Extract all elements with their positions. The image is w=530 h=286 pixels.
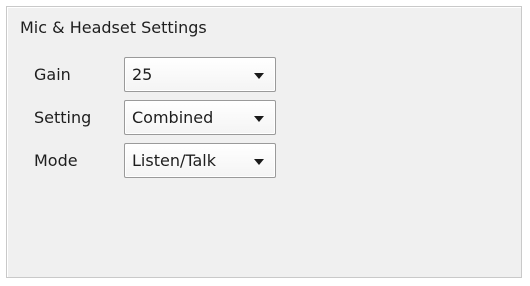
mode-dropdown[interactable]: Listen/Talk [124, 143, 276, 178]
chevron-down-icon [254, 159, 264, 165]
setting-dropdown-value: Combined [132, 108, 214, 127]
setting-label: Setting [34, 108, 92, 127]
mode-dropdown-value: Listen/Talk [132, 151, 216, 170]
gain-dropdown[interactable]: 25 [124, 57, 276, 92]
panel-title: Mic & Headset Settings [20, 18, 207, 37]
chevron-down-icon [254, 73, 264, 79]
mode-label: Mode [34, 151, 78, 170]
mic-headset-settings-panel: Mic & Headset Settings Gain 25 Setting C… [6, 6, 522, 278]
gain-label: Gain [34, 65, 71, 84]
gain-dropdown-value: 25 [132, 65, 153, 84]
chevron-down-icon [254, 116, 264, 122]
setting-dropdown[interactable]: Combined [124, 100, 276, 135]
